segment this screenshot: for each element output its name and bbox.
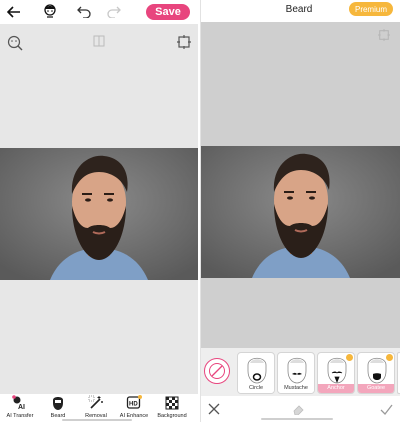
svg-text:HD: HD [129,402,138,408]
premium-crown-icon [346,354,353,361]
crop-fit-icon[interactable] [377,28,391,42]
tool-beard[interactable]: Beard [40,394,76,422]
tool-label: AI Transfer [6,413,34,419]
beard-style-circle[interactable]: Circle [237,352,275,394]
circle-beard-icon [247,357,267,384]
home-indicator [261,418,333,420]
close-icon[interactable] [207,402,221,416]
tool-ai-transfer[interactable]: AI AI Transfer [2,394,38,422]
style-label: Mustache [278,384,314,393]
tool-label: Background [157,413,187,419]
confirm-check-icon[interactable] [379,402,393,416]
app-root: Save AI AI Transfer Beard Removal HD AI … [0,0,400,422]
beard-header: Beard Premium [201,0,400,22]
portrait-photo [201,146,400,278]
save-button[interactable]: Save [146,4,190,20]
editor-canvas [0,24,198,394]
home-indicator [62,419,132,421]
beard-style-mustache[interactable]: Mustache [277,352,315,394]
eraser-icon[interactable] [291,402,305,416]
style-label: Goatee [358,384,394,393]
tool-ai-enhance[interactable]: HD AI Enhance [116,394,152,422]
editor-main-panel: Save AI AI Transfer Beard Removal HD AI … [0,0,198,422]
no-beard-button[interactable] [204,358,230,384]
beard-style-picker: Circle Mustache Anchor Goatee [201,348,400,396]
premium-button[interactable]: Premium [349,2,393,16]
beard-style-goatee[interactable]: Goatee [357,352,395,394]
crop-fit-icon[interactable] [176,34,192,50]
face-retouch-icon[interactable] [42,3,58,19]
ai-transfer-icon: AI [12,395,25,411]
background-grid-icon [165,396,179,410]
editor-top-bar: Save [0,0,198,24]
beard-canvas [201,22,400,348]
magic-wand-icon [88,395,103,409]
beard-icon [53,397,63,410]
compare-icon[interactable] [92,34,106,48]
beard-style-anchor[interactable]: Anchor [317,352,355,394]
none-slash-icon [209,363,225,379]
hd-enhance-icon: HD [126,395,142,409]
beard-panel: Beard Premium Circle Mustache Anchor Goa… [200,0,400,422]
undo-icon[interactable] [76,4,92,20]
tool-background[interactable]: Background [154,394,190,422]
style-label: Anchor [318,384,354,393]
redo-icon[interactable] [106,4,122,20]
tool-removal[interactable]: Removal [78,394,114,422]
style-label: Circle [238,384,274,393]
face-detect-icon[interactable] [6,34,24,52]
beard-footer [201,396,400,422]
svg-text:AI: AI [18,404,25,411]
portrait-photo [0,148,198,280]
tool-bar: AI AI Transfer Beard Removal HD AI Enhan… [0,394,198,422]
back-arrow-icon[interactable] [6,4,22,20]
mustache-icon [287,357,307,384]
premium-crown-icon [386,354,393,361]
